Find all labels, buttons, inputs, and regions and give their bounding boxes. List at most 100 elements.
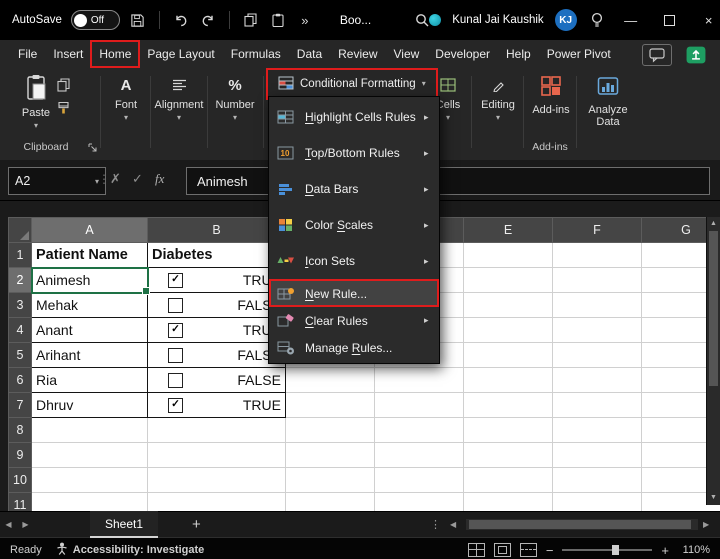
tab-help[interactable]: Help: [498, 41, 539, 67]
hscroll-right-icon[interactable]: ▶: [703, 512, 709, 537]
checkbox-checked[interactable]: ✓: [168, 322, 183, 338]
paste-button[interactable]: Paste ▾: [16, 74, 56, 140]
menu-item-color-scales[interactable]: Color Scales ▸: [269, 207, 439, 243]
cell[interactable]: [552, 417, 642, 443]
cell[interactable]: [463, 392, 553, 418]
save-icon[interactable]: [129, 11, 147, 29]
tab-formulas[interactable]: Formulas: [223, 41, 289, 67]
insert-function-button[interactable]: fx: [155, 171, 164, 187]
cell[interactable]: [463, 317, 553, 343]
cell[interactable]: [31, 442, 148, 468]
tab-file[interactable]: File: [10, 41, 45, 67]
horizontal-scrollbar[interactable]: [466, 519, 698, 530]
tab-page-layout[interactable]: Page Layout: [139, 41, 222, 67]
menu-item-highlight-cells-rules[interactable]: Highlight Cells Rules ▸: [269, 99, 439, 135]
cancel-icon[interactable]: ✗: [110, 171, 121, 187]
page-break-view-icon[interactable]: [519, 543, 537, 557]
undo-icon[interactable]: [172, 11, 190, 29]
cell[interactable]: [552, 317, 642, 343]
row-header-1[interactable]: 1: [8, 242, 32, 268]
tab-home[interactable]: Home: [90, 40, 141, 68]
sheet-nav-right-icon[interactable]: ▶: [17, 520, 34, 529]
alignment-group-button[interactable]: Alignment ▾: [152, 74, 206, 144]
row-header-7[interactable]: 7: [8, 392, 32, 418]
cell[interactable]: [463, 442, 553, 468]
cell[interactable]: [463, 267, 553, 293]
cell[interactable]: FALSE: [147, 367, 286, 393]
document-title[interactable]: Boo...: [340, 13, 371, 27]
cell[interactable]: [147, 417, 286, 443]
checkbox-unchecked[interactable]: [168, 347, 183, 363]
row-header-3[interactable]: 3: [8, 292, 32, 318]
dialog-launcher-icon[interactable]: [88, 143, 97, 152]
hscroll-thumb[interactable]: [469, 520, 691, 529]
lightbulb-icon[interactable]: [588, 11, 606, 29]
cell[interactable]: [463, 367, 553, 393]
cell[interactable]: [374, 392, 464, 418]
cell[interactable]: [374, 442, 464, 468]
cell[interactable]: [552, 342, 642, 368]
cell[interactable]: [147, 442, 286, 468]
cell[interactable]: [463, 242, 553, 268]
cell[interactable]: [463, 342, 553, 368]
checkbox-unchecked[interactable]: [168, 372, 183, 388]
clipboard-icon[interactable]: [269, 11, 287, 29]
row-header-2[interactable]: 2: [8, 267, 32, 293]
cell[interactable]: [285, 442, 375, 468]
copy-icon[interactable]: [57, 78, 70, 92]
tab-insert[interactable]: Insert: [45, 41, 91, 67]
cell[interactable]: [552, 242, 642, 268]
row-header-8[interactable]: 8: [8, 417, 32, 443]
number-group-button[interactable]: % Number ▾: [209, 74, 261, 144]
enter-icon[interactable]: ✓: [132, 171, 143, 187]
cell[interactable]: [552, 442, 642, 468]
cell[interactable]: [552, 467, 642, 493]
checkbox-unchecked[interactable]: [168, 297, 183, 313]
menu-item-clear-rules[interactable]: Clear Rules ▸: [269, 307, 439, 334]
row-header-6[interactable]: 6: [8, 367, 32, 393]
cell[interactable]: [552, 392, 642, 418]
cell[interactable]: ✓ TRUE: [147, 392, 286, 418]
tab-data[interactable]: Data: [289, 41, 330, 67]
cell[interactable]: [374, 417, 464, 443]
zoom-knob[interactable]: [612, 545, 620, 555]
menu-item-new-rule[interactable]: New Rule...: [269, 279, 439, 307]
page-layout-view-icon[interactable]: [493, 543, 511, 557]
search-icon[interactable]: [415, 11, 429, 29]
checkbox-checked[interactable]: ✓: [168, 397, 183, 413]
cell[interactable]: FALSE: [147, 292, 286, 318]
select-all-corner[interactable]: [8, 217, 32, 243]
scroll-up-icon[interactable]: ▲: [710, 217, 717, 231]
row-header-5[interactable]: 5: [8, 342, 32, 368]
column-header-e[interactable]: E: [463, 217, 553, 243]
vscroll-thumb[interactable]: [709, 231, 718, 386]
cell[interactable]: Mehak: [31, 292, 148, 318]
format-painter-icon[interactable]: [57, 101, 70, 114]
cell[interactable]: ✓ TRUE: [147, 317, 286, 343]
zoom-slider[interactable]: [562, 545, 653, 555]
column-header-b[interactable]: B: [147, 217, 286, 243]
cell[interactable]: Patient Name: [31, 242, 148, 268]
checkbox-checked[interactable]: ✓: [168, 272, 183, 288]
row-header-4[interactable]: 4: [8, 317, 32, 343]
menu-item-icon-sets[interactable]: Icon Sets ▸: [269, 243, 439, 279]
hscroll-left-icon[interactable]: ◀: [450, 512, 456, 537]
sheet-nav-left-icon[interactable]: ◀: [0, 520, 17, 529]
fill-handle[interactable]: [142, 287, 150, 295]
cell[interactable]: FALSE: [147, 342, 286, 368]
name-box[interactable]: A2 ▾: [8, 167, 106, 195]
sheet-bar-dots-icon[interactable]: ⋮: [430, 518, 441, 531]
avatar[interactable]: KJ: [554, 9, 577, 31]
cell[interactable]: Animesh: [30, 266, 150, 295]
row-header-9[interactable]: 9: [8, 442, 32, 468]
tab-developer[interactable]: Developer: [427, 41, 498, 67]
cell[interactable]: Anant: [31, 317, 148, 343]
add-ins-button[interactable]: Add-ins: [528, 74, 574, 144]
cell[interactable]: [552, 367, 642, 393]
cell[interactable]: [31, 417, 148, 443]
cell[interactable]: [463, 292, 553, 318]
cell[interactable]: [285, 367, 375, 393]
minimize-button[interactable]: —: [617, 0, 645, 40]
cell[interactable]: Diabetes: [147, 242, 286, 268]
toolbar-overflow-icon[interactable]: »: [296, 11, 314, 29]
